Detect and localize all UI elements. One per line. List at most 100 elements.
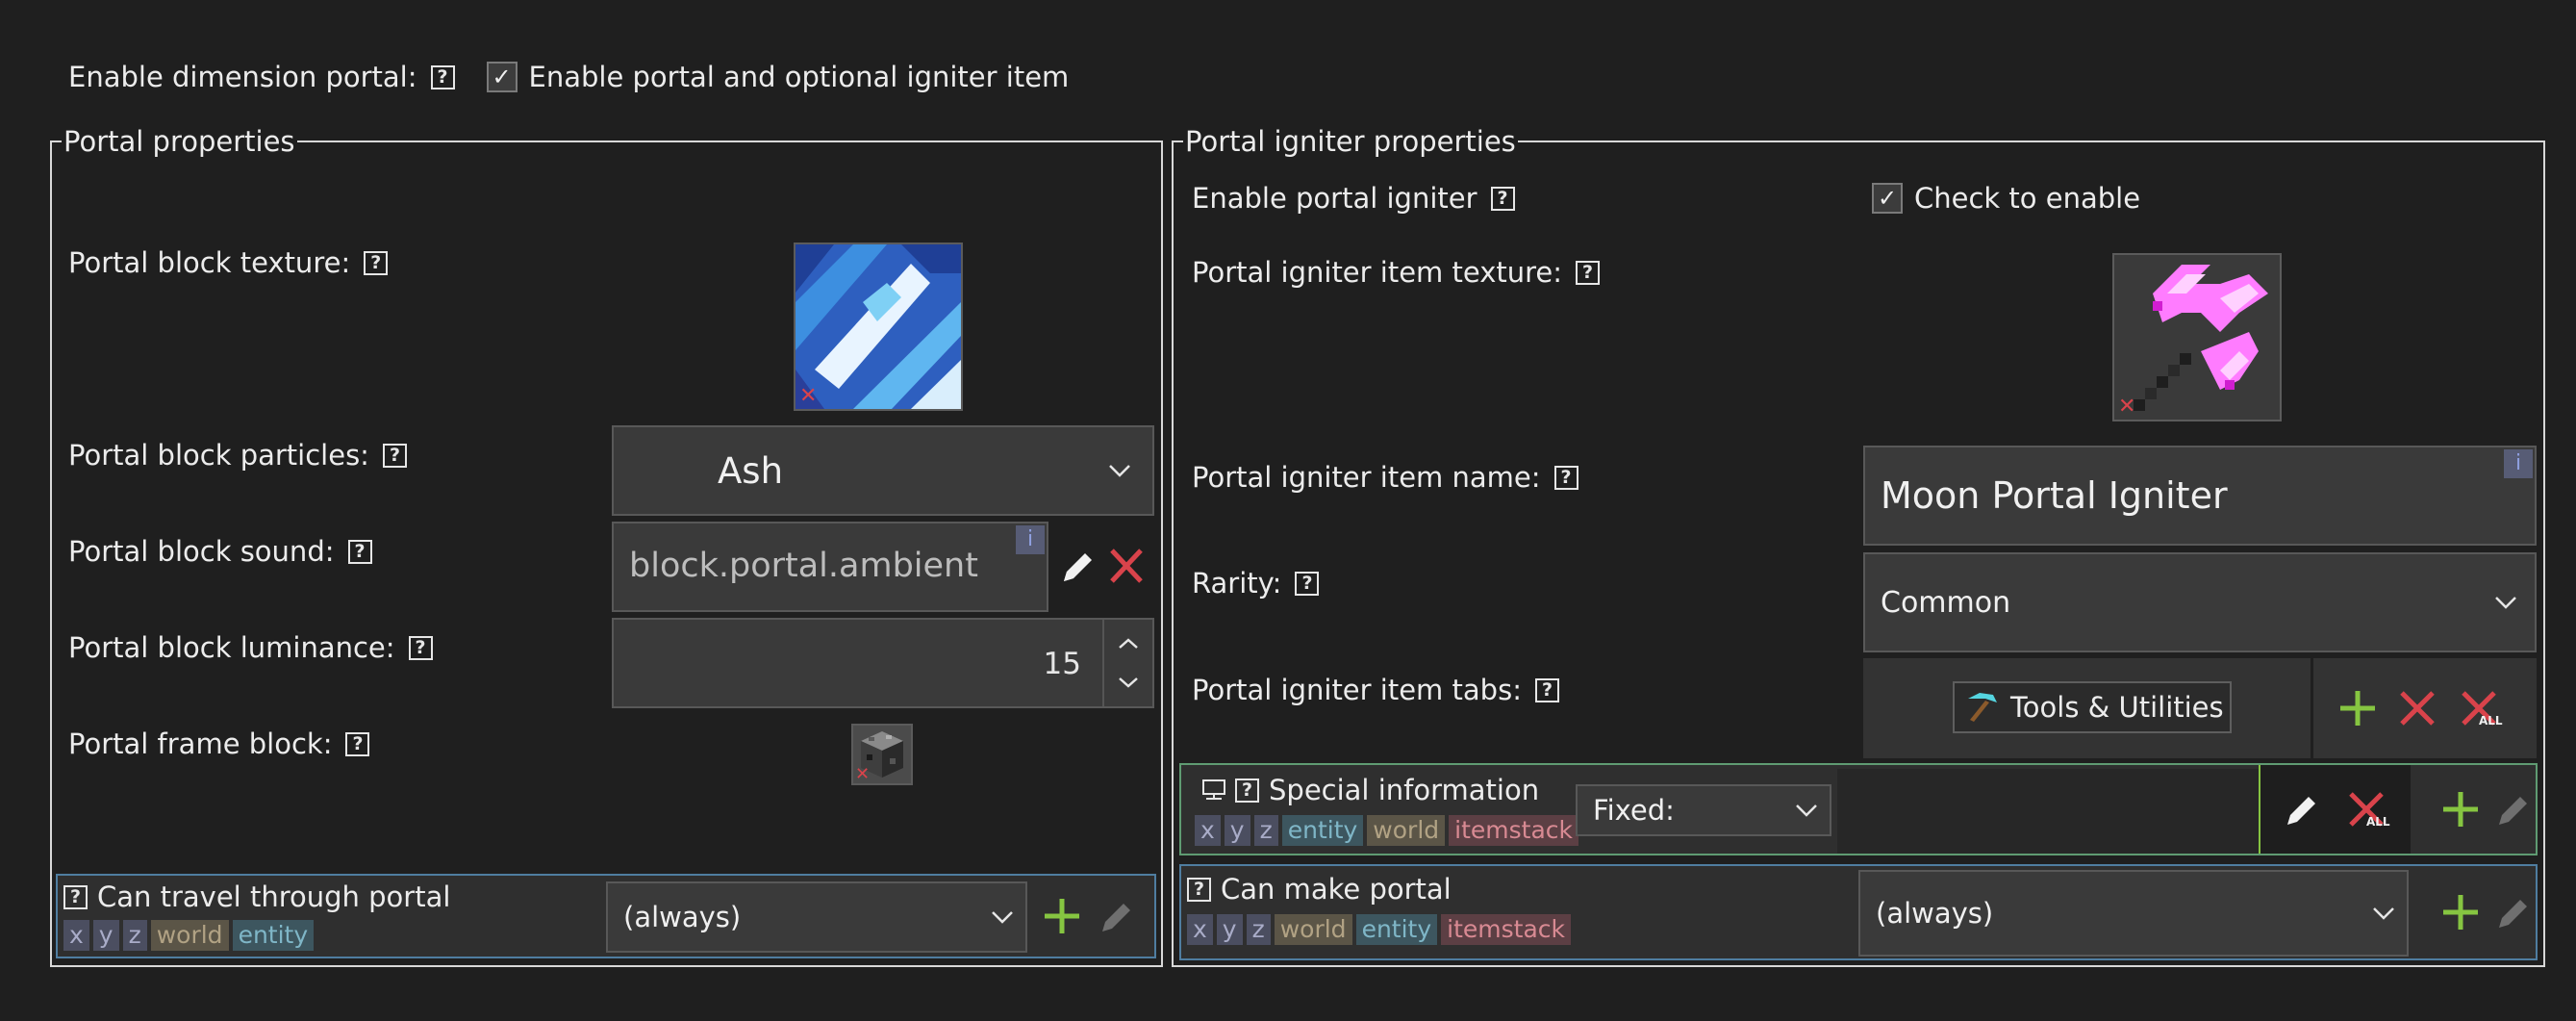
igniter-name-label: Portal igniter item name: bbox=[1192, 461, 1541, 494]
special-info-select[interactable]: Fixed: bbox=[1576, 784, 1831, 836]
special-information-procedure: ? Special information x y z entity world item… bbox=[1179, 763, 2538, 855]
igniter-texture-image bbox=[2134, 265, 2268, 411]
portal-luminance-spinner[interactable]: 15 bbox=[612, 618, 1154, 708]
plus-icon[interactable] bbox=[1041, 895, 1083, 937]
tag-z: z bbox=[122, 920, 147, 951]
portal-particles-row: Portal block particles: ? bbox=[68, 436, 407, 474]
remove-all-button[interactable]: ALL bbox=[2458, 687, 2504, 733]
help-icon[interactable]: ? bbox=[1534, 677, 1559, 702]
igniter-tabs-row: Portal igniter item tabs: ? bbox=[1192, 671, 1559, 709]
tag-x: x bbox=[1195, 815, 1221, 846]
plus-icon[interactable] bbox=[2439, 788, 2482, 830]
portal-luminance-value: 15 bbox=[1043, 647, 1081, 681]
igniter-texture-row: Portal igniter item texture: ? bbox=[1192, 253, 1601, 292]
igniter-texture-preview[interactable]: ✕ bbox=[2112, 253, 2282, 421]
help-icon[interactable]: ? bbox=[345, 731, 370, 756]
can-make-portal-procedure: ? Can make portal x y z world entity itemstac… bbox=[1179, 864, 2538, 960]
cross-icon bbox=[1110, 549, 1143, 583]
igniter-name-field[interactable]: Moon Portal Igniter i bbox=[1863, 446, 2537, 546]
info-icon[interactable]: i bbox=[2504, 449, 2533, 478]
tag-world: world bbox=[1367, 815, 1446, 846]
make-portal-select[interactable]: (always) bbox=[1858, 870, 2409, 957]
help-icon[interactable]: ? bbox=[1235, 778, 1259, 803]
plus-icon[interactable] bbox=[2439, 891, 2482, 933]
rarity-select[interactable]: Common bbox=[1863, 552, 2537, 652]
enable-igniter-checkbox-label: Check to enable bbox=[1914, 182, 2141, 215]
cross-icon[interactable] bbox=[2396, 687, 2438, 729]
portal-particles-select[interactable]: Ash bbox=[612, 425, 1154, 516]
can-travel-value: (always) bbox=[623, 901, 742, 933]
enable-igniter-row: Enable portal igniter ? bbox=[1192, 179, 1515, 217]
tag-entity: entity bbox=[1355, 914, 1438, 945]
computer-icon bbox=[1202, 779, 1225, 800]
portal-particles-value: Ash bbox=[718, 449, 784, 492]
rarity-row: Rarity: ? bbox=[1192, 564, 1320, 602]
igniter-properties-legend: Portal igniter properties bbox=[1185, 125, 1516, 158]
help-icon[interactable]: ? bbox=[1187, 877, 1211, 902]
enable-portal-row: Enable dimension portal: ? ✓ Enable port… bbox=[68, 58, 1069, 96]
enable-igniter-checkbox-row: ✓ Check to enable bbox=[1872, 179, 2140, 217]
clear-sound-button[interactable] bbox=[1106, 545, 1147, 587]
portal-frame-block-slot[interactable]: ✕ bbox=[851, 724, 913, 785]
pencil-icon[interactable] bbox=[2493, 788, 2532, 830]
portal-sound-value: block.portal.ambient bbox=[629, 547, 978, 585]
remove-frame-icon[interactable]: ✕ bbox=[855, 766, 870, 783]
enable-portal-checkbox-label: Enable portal and optional igniter item bbox=[528, 61, 1070, 93]
help-icon[interactable]: ? bbox=[1490, 186, 1515, 211]
tag-x: x bbox=[63, 920, 89, 951]
special-info-text-area[interactable] bbox=[1837, 769, 2284, 854]
chevron-down-icon bbox=[2373, 907, 2394, 920]
help-icon[interactable]: ? bbox=[1295, 571, 1320, 596]
tag-itemstack: itemstack bbox=[1449, 815, 1578, 846]
igniter-tabs-label: Portal igniter item tabs: bbox=[1192, 674, 1522, 706]
help-icon[interactable]: ? bbox=[408, 635, 433, 660]
portal-luminance-row: Portal block luminance: ? bbox=[68, 628, 433, 667]
help-icon[interactable]: ? bbox=[364, 250, 389, 275]
tag-z: z bbox=[1253, 815, 1278, 846]
rarity-value: Common bbox=[1881, 585, 2011, 620]
tag-world: world bbox=[1274, 914, 1352, 945]
spinner-divider bbox=[1102, 620, 1104, 706]
tab-chip-tools-utilities[interactable]: Tools & Utilities bbox=[1953, 681, 2232, 733]
enable-igniter-label: Enable portal igniter bbox=[1192, 182, 1477, 215]
pencil-icon bbox=[1064, 553, 1092, 581]
portal-sound-row: Portal block sound: ? bbox=[68, 532, 372, 571]
can-travel-label-row: ? Can travel through portal bbox=[63, 881, 451, 913]
chevron-down-icon[interactable] bbox=[1114, 672, 1143, 693]
pencil-icon[interactable] bbox=[1097, 895, 1135, 937]
tag-entity: entity bbox=[232, 920, 315, 951]
tag-y: y bbox=[1224, 815, 1250, 846]
can-travel-select[interactable]: (always) bbox=[606, 881, 1027, 953]
enable-portal-label: Enable dimension portal: bbox=[68, 61, 417, 93]
chevron-up-icon[interactable] bbox=[1114, 633, 1143, 654]
help-icon[interactable]: ? bbox=[1553, 465, 1578, 490]
help-icon[interactable]: ? bbox=[1576, 260, 1601, 285]
tag-z: z bbox=[1246, 914, 1271, 945]
special-info-value: Fixed: bbox=[1593, 794, 1675, 827]
help-icon[interactable]: ? bbox=[430, 64, 455, 89]
pencil-icon[interactable] bbox=[2282, 788, 2320, 830]
tab-chip-label: Tools & Utilities bbox=[2010, 691, 2224, 724]
help-icon[interactable]: ? bbox=[382, 443, 407, 468]
chevron-down-icon bbox=[992, 911, 1013, 924]
portal-texture-image bbox=[796, 244, 961, 409]
remove-texture-icon[interactable]: ✕ bbox=[2118, 396, 2135, 418]
chevron-down-icon bbox=[1796, 804, 1817, 817]
enable-portal-checkbox[interactable]: ✓ bbox=[486, 62, 518, 92]
tag-y: y bbox=[1216, 914, 1243, 945]
enable-igniter-checkbox[interactable]: ✓ bbox=[1872, 183, 1903, 214]
portal-texture-preview[interactable]: ✕ bbox=[794, 242, 963, 411]
portal-sound-field[interactable]: block.portal.ambient i bbox=[612, 522, 1048, 612]
can-travel-procedure: ? Can travel through portal x y z world enti… bbox=[56, 874, 1156, 958]
help-icon[interactable]: ? bbox=[347, 539, 372, 564]
can-travel-label: Can travel through portal bbox=[97, 881, 451, 913]
plus-icon[interactable] bbox=[2336, 687, 2379, 729]
tag-world: world bbox=[150, 920, 229, 951]
edit-sound-button[interactable] bbox=[1058, 545, 1097, 587]
info-icon[interactable]: i bbox=[1016, 525, 1045, 554]
pencil-icon[interactable] bbox=[2493, 891, 2532, 933]
make-portal-label-row: ? Can make portal bbox=[1187, 873, 1452, 906]
help-icon[interactable]: ? bbox=[63, 884, 88, 909]
remove-texture-icon[interactable]: ✕ bbox=[799, 386, 817, 407]
remove-all-button[interactable]: ALL bbox=[2345, 788, 2391, 834]
